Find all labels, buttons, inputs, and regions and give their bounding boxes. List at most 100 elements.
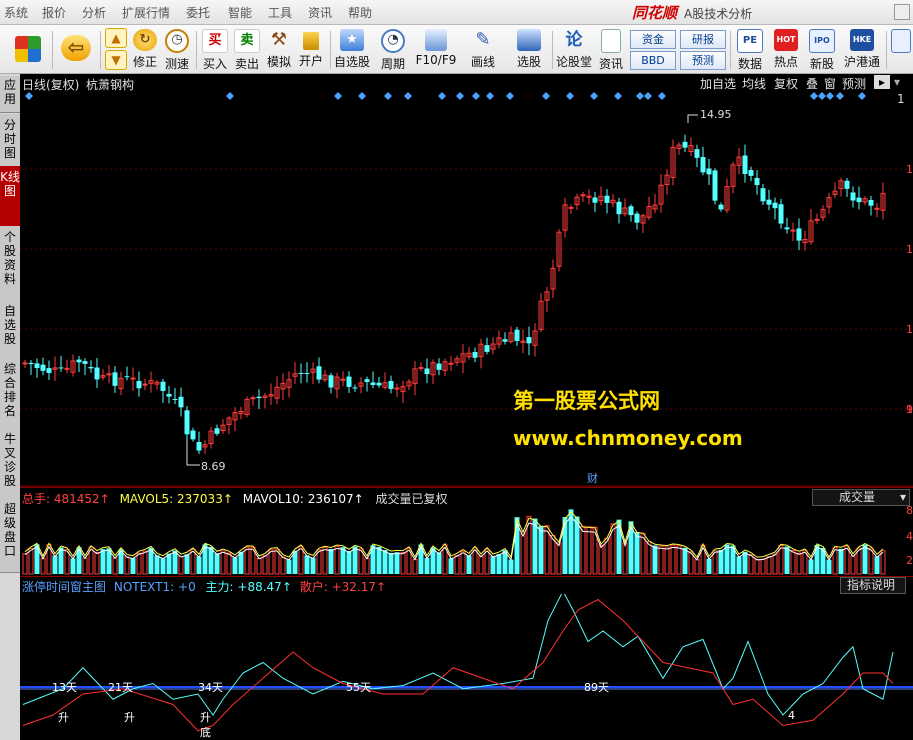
- menu-trade[interactable]: 委托: [186, 4, 210, 21]
- candle-body: [700, 157, 706, 173]
- candle-body: [178, 396, 184, 408]
- chevron-down-icon[interactable]: ▾: [894, 75, 900, 89]
- signal-label: 底: [200, 725, 211, 739]
- tab-watchlist-label: 自选股: [3, 304, 16, 346]
- hot-button[interactable]: HOT 热点: [770, 27, 802, 71]
- high-price-label: 14.95: [700, 108, 732, 121]
- data-label: 数据: [737, 57, 762, 71]
- menu-extended-quotes[interactable]: 扩展行情: [122, 4, 170, 21]
- menu-news[interactable]: 资讯: [308, 4, 332, 21]
- candle-body: [112, 372, 118, 386]
- draw-line-button[interactable]: ✎ 画线: [466, 27, 500, 71]
- volume-bar: [448, 558, 454, 574]
- main-force-value: +88.47↑: [237, 580, 292, 594]
- volume-indicator-select[interactable]: 成交量 ▾: [812, 489, 910, 506]
- menu-system[interactable]: 系统: [4, 4, 28, 21]
- volume-bar: [592, 526, 598, 575]
- simulate-button[interactable]: ⚒ 模拟: [264, 27, 294, 71]
- indicator-chart[interactable]: 13天 21天 34天 55天 89天升 升 升底 4: [20, 594, 913, 740]
- volume-bar: [598, 544, 604, 575]
- candle-body: [376, 382, 382, 386]
- tab-super-level2[interactable]: 超级盘口: [0, 498, 20, 573]
- volume-bar: [262, 555, 268, 575]
- speed-clock-icon: ◷: [165, 29, 189, 53]
- volume-chart[interactable]: 8 4 2: [20, 506, 913, 576]
- overlay-button[interactable]: 叠: [806, 75, 818, 92]
- sell-icon: 卖: [234, 29, 260, 53]
- predict-button[interactable]: 预测: [842, 75, 866, 92]
- price-chart[interactable]: 14.95 8.69 财 1 1 1 1 9: [20, 91, 913, 487]
- volume-axis-label: 4: [906, 530, 913, 543]
- ipo-label: 新股: [809, 57, 834, 71]
- forecast-button[interactable]: 预测: [680, 51, 726, 70]
- open-account-label: 开户: [298, 54, 323, 68]
- forum-button[interactable]: 论 论股堂: [554, 27, 594, 71]
- revise-button[interactable]: ↻ 修正: [130, 27, 160, 71]
- menu-smart[interactable]: 智能: [228, 4, 252, 21]
- volume-bar: [418, 544, 424, 574]
- menu-tools[interactable]: 工具: [268, 4, 292, 21]
- f10-button[interactable]: F10/F9: [414, 27, 458, 71]
- menu-analysis[interactable]: 分析: [82, 4, 106, 21]
- candle-body: [766, 199, 772, 205]
- indicator-header: 涨停时间窗主图 NOTEXT1: +0 主力: +88.47↑ 散户: +32.…: [22, 578, 386, 595]
- tab-apps[interactable]: 应用: [0, 76, 20, 113]
- bbd-button[interactable]: BBD: [630, 51, 676, 70]
- hammer-icon: ⚒: [270, 29, 288, 50]
- time-window-label: 21天: [108, 681, 133, 694]
- volume-bar: [658, 545, 664, 575]
- tab-diagnosis[interactable]: 牛叉诊股: [0, 428, 20, 499]
- news-icon: [601, 29, 621, 53]
- speed-test-button[interactable]: ◷ 测速: [162, 27, 192, 71]
- period-button[interactable]: ◔ 周期: [376, 27, 410, 71]
- funds-button[interactable]: 资金: [630, 30, 676, 49]
- moving-average-button[interactable]: 均线: [742, 75, 766, 92]
- page-up-down-button[interactable]: ▲ ▼: [104, 27, 128, 71]
- candle-body: [712, 170, 718, 201]
- expand-panel-icon[interactable]: ▸: [874, 75, 890, 89]
- research-button[interactable]: 研报: [680, 30, 726, 49]
- volume-bar: [340, 547, 346, 574]
- menu-quote[interactable]: 报价: [42, 4, 66, 21]
- hk-connect-button[interactable]: HKE 沪港通: [842, 27, 882, 71]
- data-button[interactable]: PE 数据: [734, 27, 766, 71]
- candle-body: [256, 396, 262, 399]
- stock-select-button[interactable]: 选股: [512, 27, 546, 71]
- tab-kline[interactable]: K线图: [0, 166, 20, 227]
- indicator-notext: NOTEXT1: +0: [113, 580, 196, 594]
- signal-diamond-icon: [358, 92, 366, 100]
- sidebar: 应用 分时图 K线图 个股资料 自选股 综合排名 牛叉诊股 超级盘口: [0, 74, 20, 740]
- add-watchlist-button[interactable]: 加自选: [700, 75, 736, 92]
- volume-bar: [556, 542, 562, 575]
- buy-button[interactable]: 买 买入: [200, 27, 230, 71]
- window-minimize-button[interactable]: [894, 4, 910, 20]
- period-label: 周期: [380, 57, 405, 71]
- sell-label: 卖出: [234, 57, 259, 71]
- back-button[interactable]: ⇦: [56, 27, 96, 71]
- volume-total-value: 481452↑: [53, 492, 110, 506]
- tab-stock-profile[interactable]: 个股资料: [0, 226, 20, 301]
- volume-bar: [862, 544, 868, 574]
- ipo-button[interactable]: IPO 新股: [806, 27, 838, 71]
- candle-body: [172, 398, 178, 400]
- volume-bar: [280, 556, 286, 575]
- candle-body: [304, 373, 310, 375]
- volume-bar: [22, 553, 28, 575]
- volume-bar: [634, 532, 640, 574]
- home-button[interactable]: [8, 27, 48, 71]
- window-button[interactable]: 窗: [824, 75, 836, 92]
- tab-watchlist[interactable]: 自选股: [0, 300, 20, 359]
- indicator-help-label: 指标说明: [847, 578, 896, 592]
- more-button[interactable]: [890, 27, 912, 71]
- sell-button[interactable]: 卖 卖出: [232, 27, 262, 71]
- open-account-button[interactable]: 开户: [296, 27, 326, 71]
- candle-body: [418, 366, 424, 369]
- indicator-help-button[interactable]: 指标说明: [840, 577, 906, 594]
- watchlist-button[interactable]: ★ 自选股: [332, 27, 372, 71]
- adjust-button[interactable]: 复权: [774, 75, 798, 92]
- volume-bar: [814, 545, 820, 574]
- menu-help[interactable]: 帮助: [348, 4, 372, 21]
- news-button[interactable]: 资讯: [596, 27, 626, 71]
- tab-intraday[interactable]: 分时图: [0, 114, 20, 167]
- tab-ranking[interactable]: 综合排名: [0, 358, 20, 429]
